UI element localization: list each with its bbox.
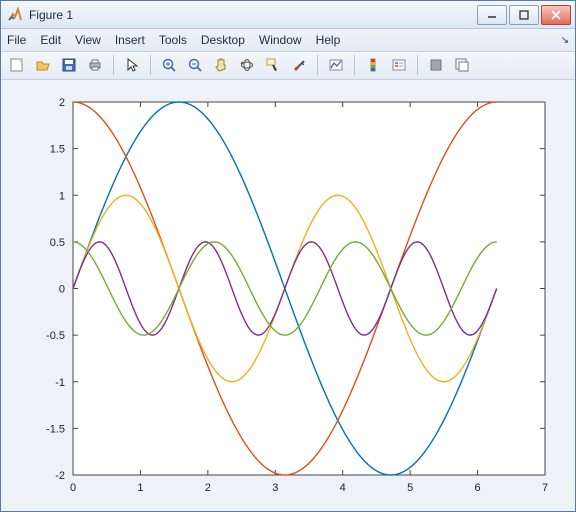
titlebar: Figure 1 — [1, 1, 575, 29]
figure-window: Figure 1 File Edit View Insert Tools Des… — [0, 0, 576, 512]
minimize-button[interactable] — [477, 5, 507, 25]
hide-tools-icon[interactable] — [424, 53, 448, 77]
toolbar-separator — [417, 55, 418, 75]
dock-toggle-icon[interactable]: ↘ — [561, 35, 569, 46]
matlab-icon — [7, 7, 23, 23]
svg-text:5: 5 — [407, 482, 413, 494]
svg-text:2: 2 — [205, 482, 211, 494]
new-figure-icon[interactable] — [5, 53, 29, 77]
svg-text:-0.5: -0.5 — [46, 330, 65, 342]
pointer-icon[interactable] — [120, 53, 144, 77]
svg-text:6: 6 — [475, 482, 481, 494]
svg-text:3: 3 — [272, 482, 278, 494]
menu-help[interactable]: Help — [316, 33, 341, 47]
toolbar-separator — [150, 55, 151, 75]
open-icon[interactable] — [31, 53, 55, 77]
maximize-button[interactable] — [509, 5, 539, 25]
svg-text:0: 0 — [59, 284, 65, 296]
svg-text:1: 1 — [137, 482, 143, 494]
toolbar-separator — [317, 55, 318, 75]
svg-text:-2: -2 — [55, 470, 65, 482]
toolbar-separator — [113, 55, 114, 75]
brush-icon[interactable] — [287, 53, 311, 77]
svg-text:2: 2 — [59, 97, 65, 109]
menu-tools[interactable]: Tools — [159, 33, 187, 47]
zoom-in-icon[interactable] — [157, 53, 181, 77]
pan-icon[interactable] — [209, 53, 233, 77]
data-cursor-icon[interactable] — [261, 53, 285, 77]
toolbar-separator — [354, 55, 355, 75]
window-title: Figure 1 — [29, 8, 477, 22]
close-button[interactable] — [541, 5, 571, 25]
figure-canvas[interactable]: 0 1 2 3 4 5 6 7 -2 -1.5 -1 -0.5 0 0.5 1 1.5 2 — [1, 80, 575, 511]
zoom-out-icon[interactable] — [183, 53, 207, 77]
show-tools-icon[interactable] — [450, 53, 474, 77]
menubar: File Edit View Insert Tools Desktop Wind… — [1, 29, 575, 51]
menu-view[interactable]: View — [75, 33, 101, 47]
link-plot-icon[interactable] — [324, 53, 348, 77]
svg-text:1: 1 — [59, 190, 65, 202]
svg-text:7: 7 — [542, 482, 548, 494]
menu-insert[interactable]: Insert — [115, 33, 145, 47]
menu-window[interactable]: Window — [259, 33, 302, 47]
window-controls — [477, 5, 571, 25]
menu-file[interactable]: File — [7, 33, 26, 47]
menu-edit[interactable]: Edit — [40, 33, 61, 47]
print-icon[interactable] — [83, 53, 107, 77]
axes[interactable]: 0 1 2 3 4 5 6 7 -2 -1.5 -1 -0.5 0 0.5 1 1.5 2 — [1, 80, 575, 511]
menu-desktop[interactable]: Desktop — [201, 33, 245, 47]
svg-text:4: 4 — [340, 482, 346, 494]
legend-icon[interactable] — [387, 53, 411, 77]
svg-text:-1.5: -1.5 — [46, 423, 65, 435]
colorbar-icon[interactable] — [361, 53, 385, 77]
save-icon[interactable] — [57, 53, 81, 77]
svg-text:-1: -1 — [55, 377, 65, 389]
rotate-3d-icon[interactable] — [235, 53, 259, 77]
toolbar — [1, 52, 575, 80]
svg-text:0.5: 0.5 — [50, 237, 65, 249]
svg-text:1.5: 1.5 — [50, 144, 65, 156]
svg-text:0: 0 — [70, 482, 76, 494]
